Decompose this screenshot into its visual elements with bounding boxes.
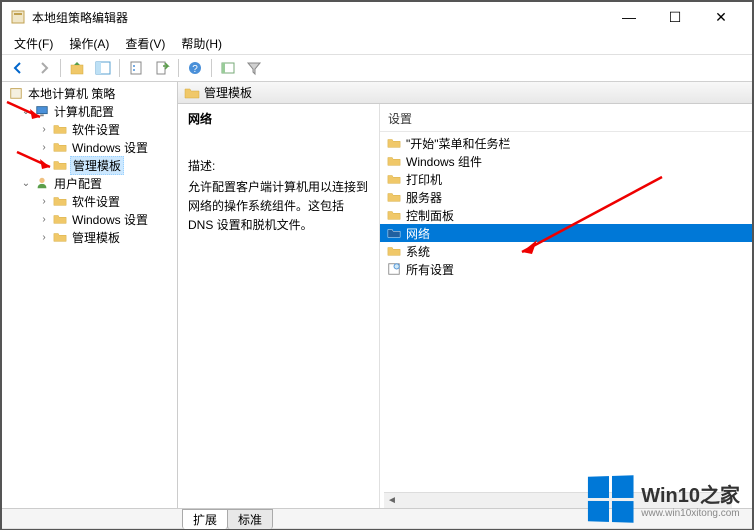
tree-admin-templates[interactable]: › 管理模板 [2, 156, 177, 174]
content-header-title: 管理模板 [204, 84, 252, 101]
watermark: Win10之家 www.win10xitong.com [587, 476, 740, 522]
windows-logo-icon [588, 475, 634, 523]
policy-icon [8, 85, 24, 101]
content-header: 管理模板 [178, 82, 752, 104]
list-item-windows-components[interactable]: Windows 组件 [380, 152, 752, 170]
maximize-button[interactable]: ☐ [652, 2, 698, 32]
folder-icon [52, 193, 68, 209]
section-title: 网络 [188, 110, 369, 127]
folder-icon [52, 139, 68, 155]
filter-button[interactable] [242, 56, 266, 80]
toolbar-separator [211, 59, 212, 77]
tree-user-config[interactable]: ⌄ 用户配置 [2, 174, 177, 192]
list-item-all-settings[interactable]: 所有设置 [380, 260, 752, 278]
menu-bar: 文件(F) 操作(A) 查看(V) 帮助(H) [2, 32, 752, 54]
tree-windows-settings[interactable]: › Windows 设置 [2, 210, 177, 228]
back-button[interactable] [6, 56, 30, 80]
tree-panel: 本地计算机 策略 ⌄ 计算机配置 › 软件设置 › Windows 设置 › 管… [2, 82, 178, 508]
folder-icon [386, 153, 402, 169]
list-item-control-panel[interactable]: 控制面板 [380, 206, 752, 224]
list-item-printers[interactable]: 打印机 [380, 170, 752, 188]
show-hide-tree-button[interactable] [91, 56, 115, 80]
footer-divider [2, 528, 752, 529]
computer-icon [34, 103, 50, 119]
menu-view[interactable]: 查看(V) [117, 33, 173, 54]
settings-list: 设置 "开始"菜单和任务栏 Windows 组件 打印机 服务器 [380, 104, 752, 508]
list-divider [380, 131, 752, 132]
tree-software-settings[interactable]: › 软件设置 [2, 120, 177, 138]
tree-root[interactable]: 本地计算机 策略 [2, 84, 177, 102]
toolbar-separator [119, 59, 120, 77]
folder-icon [52, 157, 68, 173]
export-button[interactable] [150, 56, 174, 80]
list-item-servers[interactable]: 服务器 [380, 188, 752, 206]
content-body: 网络 描述: 允许配置客户端计算机用以连接到网络的操作系统组件。这包括 DNS … [178, 104, 752, 508]
up-button[interactable] [65, 56, 89, 80]
list-item-system[interactable]: 系统 [380, 242, 752, 260]
folder-icon [52, 211, 68, 227]
tab-extended[interactable]: 扩展 [182, 509, 228, 529]
toolbar: ? [2, 54, 752, 82]
help-button[interactable]: ? [183, 56, 207, 80]
expand-icon[interactable]: › [38, 232, 50, 243]
minimize-button[interactable]: — [606, 2, 652, 32]
properties-button[interactable] [124, 56, 148, 80]
app-icon [10, 9, 26, 25]
watermark-title: Win10之家 [641, 479, 740, 508]
main-area: 本地计算机 策略 ⌄ 计算机配置 › 软件设置 › Windows 设置 › 管… [2, 82, 752, 508]
folder-icon [184, 85, 200, 101]
user-icon [34, 175, 50, 191]
menu-file[interactable]: 文件(F) [6, 33, 61, 54]
collapse-icon[interactable]: ⌄ [20, 106, 32, 117]
description-label: 描述: [188, 157, 369, 174]
watermark-url: www.win10xitong.com [641, 508, 740, 519]
content-panel: 管理模板 网络 描述: 允许配置客户端计算机用以连接到网络的操作系统组件。这包括… [178, 82, 752, 508]
folder-icon [386, 171, 402, 187]
expand-icon[interactable]: › [38, 124, 50, 135]
close-button[interactable]: ✕ [698, 2, 744, 32]
scroll-left-icon[interactable]: ◄ [384, 494, 400, 508]
window-controls: — ☐ ✕ [606, 2, 744, 32]
toolbar-separator [60, 59, 61, 77]
menu-action[interactable]: 操作(A) [61, 33, 117, 54]
tree-admin-templates[interactable]: › 管理模板 [2, 228, 177, 246]
forward-button[interactable] [32, 56, 56, 80]
expand-icon[interactable]: › [38, 142, 50, 153]
list-item-start-menu[interactable]: "开始"菜单和任务栏 [380, 134, 752, 152]
settings-list-icon [386, 261, 402, 277]
list-item-network[interactable]: 网络 [380, 224, 752, 242]
folder-icon [386, 243, 402, 259]
folder-icon [386, 135, 402, 151]
tree-software-settings[interactable]: › 软件设置 [2, 192, 177, 210]
folder-icon [52, 229, 68, 245]
settings-column-header[interactable]: 设置 [380, 108, 752, 129]
folder-icon [386, 189, 402, 205]
tree-windows-settings[interactable]: › Windows 设置 [2, 138, 177, 156]
toolbar-separator [178, 59, 179, 77]
title-bar: 本地组策略编辑器 — ☐ ✕ [2, 2, 752, 32]
expand-icon[interactable]: › [38, 160, 50, 171]
folder-icon [386, 225, 402, 241]
folder-icon [52, 121, 68, 137]
svg-text:?: ? [192, 64, 198, 75]
description-column: 网络 描述: 允许配置客户端计算机用以连接到网络的操作系统组件。这包括 DNS … [178, 104, 380, 508]
collapse-icon[interactable]: ⌄ [20, 178, 32, 189]
menu-help[interactable]: 帮助(H) [173, 33, 230, 54]
window-title: 本地组策略编辑器 [32, 9, 606, 26]
filter-options-button[interactable] [216, 56, 240, 80]
description-text: 允许配置客户端计算机用以连接到网络的操作系统组件。这包括 DNS 设置和脱机文件… [188, 178, 369, 236]
tree-computer-config[interactable]: ⌄ 计算机配置 [2, 102, 177, 120]
expand-icon[interactable]: › [38, 214, 50, 225]
tab-standard[interactable]: 标准 [227, 509, 273, 529]
expand-icon[interactable]: › [38, 196, 50, 207]
folder-icon [386, 207, 402, 223]
